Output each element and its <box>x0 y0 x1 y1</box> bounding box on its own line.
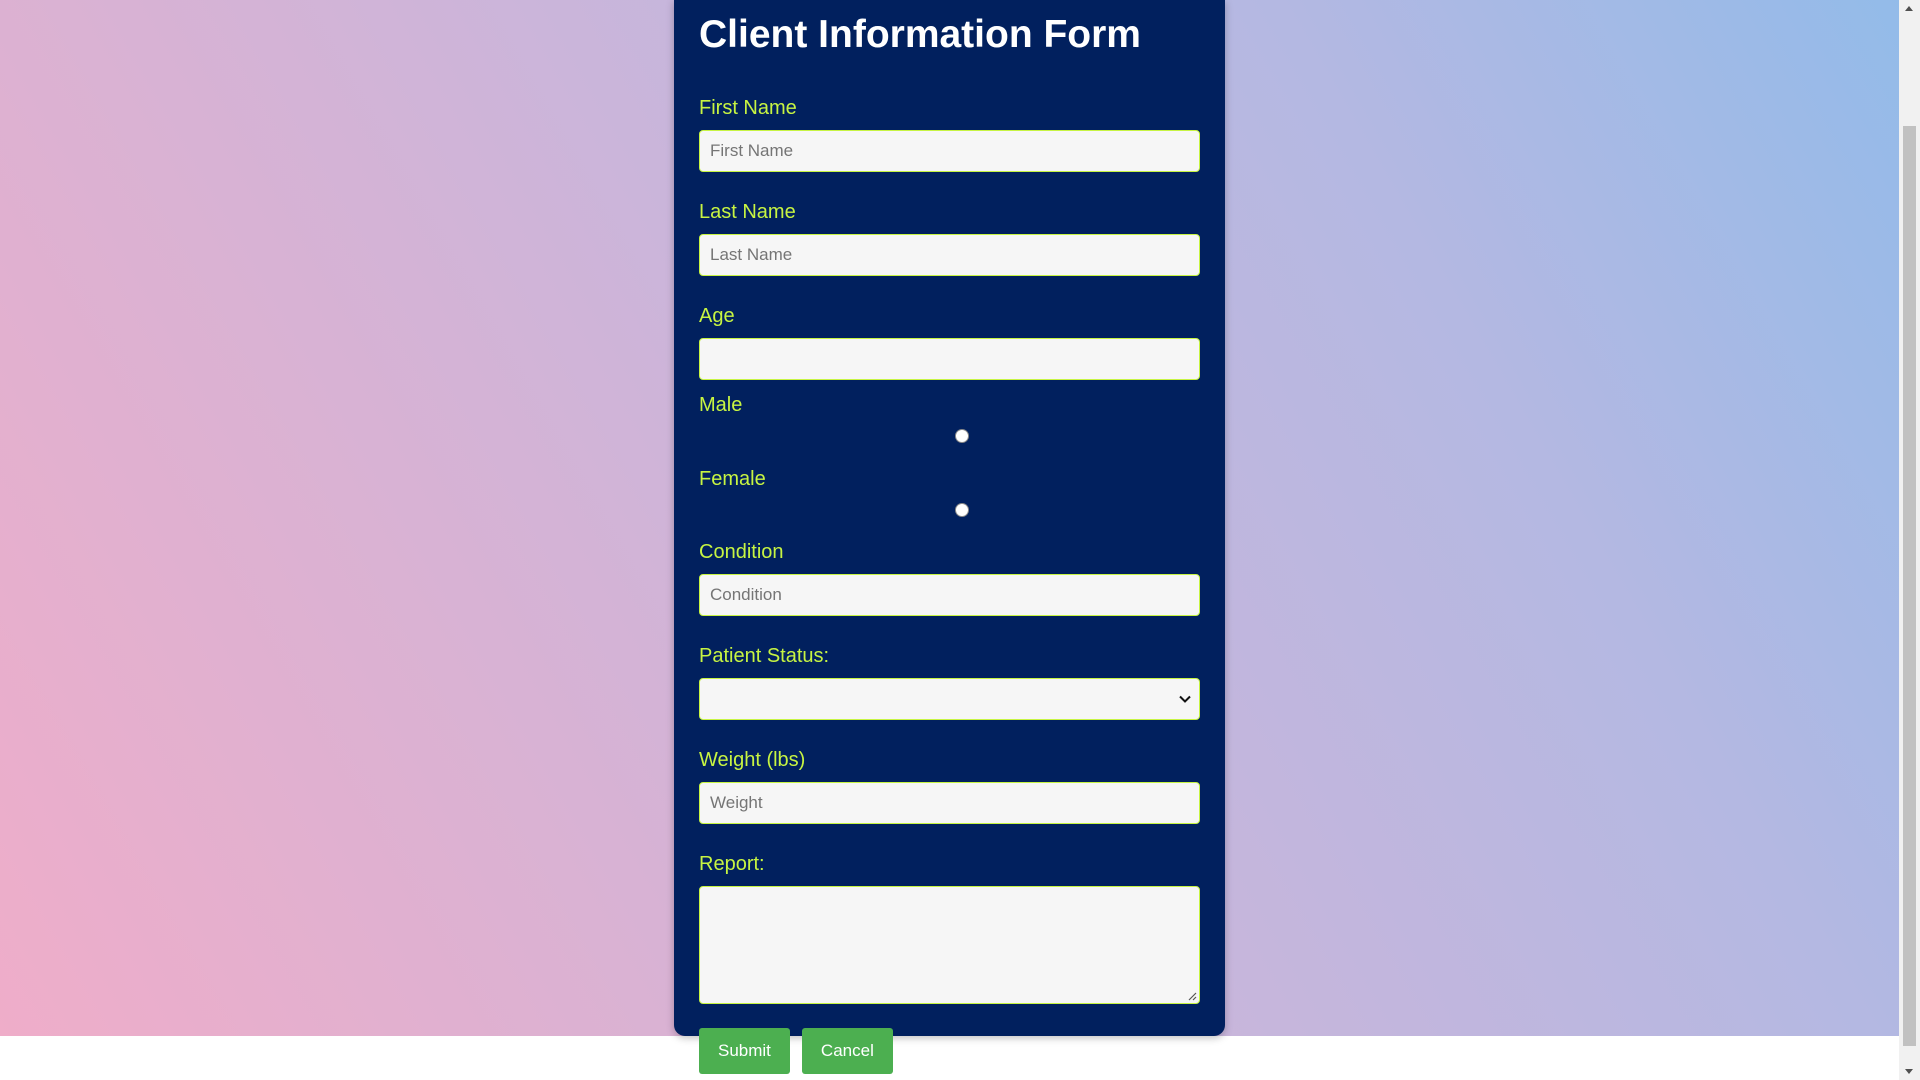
submit-button[interactable]: Submit <box>699 1028 790 1074</box>
condition-label: Condition <box>699 541 784 563</box>
first-name-input[interactable] <box>699 130 1200 172</box>
scroll-thumb[interactable] <box>1903 126 1916 1046</box>
patient-status-label: Patient Status: <box>699 645 830 667</box>
scroll-down-arrow-icon[interactable] <box>1905 1069 1913 1074</box>
client-form-card: Client Information Form First Name Last … <box>674 0 1225 1074</box>
resize-grip-icon[interactable] <box>1187 991 1197 1001</box>
female-radio-row <box>699 491 1200 530</box>
page: Client Information Form First Name Last … <box>0 0 1920 1080</box>
female-radio[interactable] <box>955 503 969 517</box>
scroll-up-arrow-icon[interactable] <box>1905 6 1913 11</box>
weight-label: Weight (lbs) <box>699 749 806 771</box>
age-input[interactable] <box>699 338 1200 380</box>
patient-status-select[interactable] <box>699 678 1200 720</box>
male-radio[interactable] <box>955 429 969 443</box>
last-name-label: Last Name <box>699 201 796 223</box>
weight-input[interactable] <box>699 782 1200 824</box>
report-textarea[interactable] <box>699 886 1200 1004</box>
last-name-input[interactable] <box>699 234 1200 276</box>
female-label: Female <box>699 468 766 490</box>
age-label: Age <box>699 305 735 327</box>
male-radio-row <box>699 417 1200 456</box>
first-name-label: First Name <box>699 97 797 119</box>
male-label: Male <box>699 394 743 416</box>
vertical-scrollbar[interactable] <box>1899 0 1920 1080</box>
report-wrapper <box>699 886 1200 1004</box>
form-actions: Submit Cancel <box>699 1028 1200 1074</box>
condition-input[interactable] <box>699 574 1200 616</box>
cancel-button[interactable]: Cancel <box>801 1028 893 1074</box>
chevron-down-icon <box>1179 695 1191 703</box>
report-label: Report: <box>699 853 765 875</box>
form-title: Client Information Form <box>699 13 1141 56</box>
